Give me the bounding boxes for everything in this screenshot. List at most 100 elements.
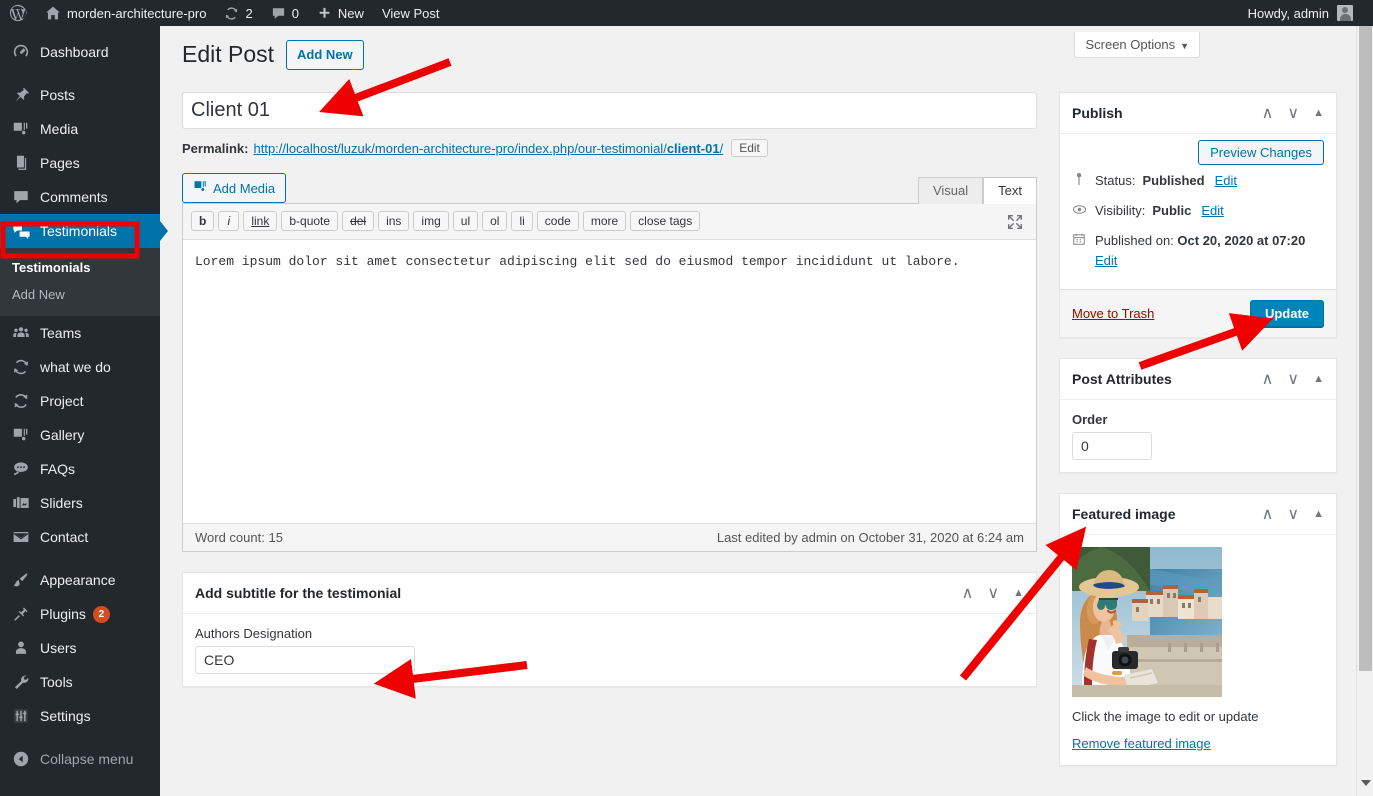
toggle-panel-icon[interactable]: ▲ xyxy=(1313,373,1324,385)
screen-options-label: Screen Options xyxy=(1085,37,1175,52)
post-content-textarea[interactable] xyxy=(183,240,1036,518)
remove-featured-image-link[interactable]: Remove featured image xyxy=(1072,736,1211,751)
pages-icon xyxy=(11,153,31,173)
sidebar-item-media[interactable]: Media xyxy=(0,112,160,146)
sidebar-item-testimonials[interactable]: Testimonials xyxy=(0,214,160,248)
move-down-icon[interactable]: ∨ xyxy=(1287,103,1299,123)
post-title-input[interactable] xyxy=(182,92,1037,129)
move-up-icon[interactable]: ∧ xyxy=(962,583,974,603)
qt-button-link[interactable]: link xyxy=(243,211,277,231)
sidebar-item-plugins[interactable]: Plugins 2 xyxy=(0,597,160,631)
add-new-button[interactable]: Add New xyxy=(286,40,364,69)
move-up-icon[interactable]: ∧ xyxy=(1262,504,1274,524)
screen-options-toggle[interactable]: Screen Options▼ xyxy=(1074,32,1200,58)
qt-button-more[interactable]: more xyxy=(583,211,626,231)
submenu-item-add-new[interactable]: Add New xyxy=(0,281,160,308)
sidebar-item-dashboard[interactable]: Dashboard xyxy=(0,35,160,69)
sidebar-item-teams[interactable]: Teams xyxy=(0,316,160,350)
sidebar-item-pages[interactable]: Pages xyxy=(0,146,160,180)
sidebar-item-label: Tools xyxy=(40,675,73,689)
sidebar-item-label: Appearance xyxy=(40,573,116,587)
sidebar-item-project[interactable]: Project xyxy=(0,384,160,418)
sidebar-item-users[interactable]: Users xyxy=(0,631,160,665)
qt-button-img[interactable]: img xyxy=(413,211,448,231)
featured-image-thumbnail[interactable] xyxy=(1072,547,1222,697)
sidebar-item-appearance[interactable]: Appearance xyxy=(0,563,160,597)
my-account-menu[interactable]: Howdy, admin xyxy=(1248,5,1373,21)
qt-button-ul[interactable]: ul xyxy=(453,211,478,231)
plug-icon xyxy=(11,604,31,624)
qt-button-ins[interactable]: ins xyxy=(378,211,409,231)
fullscreen-icon[interactable] xyxy=(1006,213,1024,236)
scrollbar-thumb[interactable] xyxy=(1359,26,1372,671)
comments-menu[interactable]: 0 xyxy=(262,0,308,26)
menu-spacer-1 xyxy=(0,69,160,78)
sidebar-item-label: Users xyxy=(40,641,77,655)
move-up-icon[interactable]: ∧ xyxy=(1262,369,1274,389)
tab-text[interactable]: Text xyxy=(983,177,1037,204)
qt-button-li[interactable]: li xyxy=(511,211,532,231)
edit-published-link[interactable]: Edit xyxy=(1095,251,1324,271)
scroll-down-arrow-icon[interactable] xyxy=(1361,780,1371,786)
wp-logo-menu[interactable] xyxy=(0,0,36,26)
site-name-menu[interactable]: morden-architecture-pro xyxy=(36,0,215,26)
tab-visual[interactable]: Visual xyxy=(918,177,983,204)
sidebar-item-tools[interactable]: Tools xyxy=(0,665,160,699)
move-down-icon[interactable]: ∨ xyxy=(1287,504,1299,524)
updates-menu[interactable]: 2 xyxy=(215,0,261,26)
add-media-button[interactable]: Add Media xyxy=(182,173,286,203)
sidebar-item-label: what we do xyxy=(40,360,111,374)
edit-visibility-link[interactable]: Edit xyxy=(1201,201,1223,221)
edit-permalink-button[interactable]: Edit xyxy=(731,139,768,157)
dashboard-icon xyxy=(11,42,31,62)
editor-container: b i link b-quote del ins img ul ol li co… xyxy=(182,203,1037,552)
pin-icon xyxy=(11,85,31,105)
move-up-icon[interactable]: ∧ xyxy=(1262,103,1274,123)
howdy-label: Howdy, admin xyxy=(1248,6,1329,21)
qt-button-i[interactable]: i xyxy=(218,211,239,231)
page-scrollbar[interactable] xyxy=(1356,26,1373,796)
order-input[interactable] xyxy=(1072,432,1152,460)
post-attributes-body: Order xyxy=(1060,400,1336,472)
qt-button-b-quote[interactable]: b-quote xyxy=(281,211,338,231)
sidebar-item-faqs[interactable]: FAQs xyxy=(0,452,160,486)
qt-button-b[interactable]: b xyxy=(191,211,214,231)
toggle-panel-icon[interactable]: ▲ xyxy=(1013,587,1024,599)
sidebar-item-contact[interactable]: Contact xyxy=(0,520,160,554)
wordpress-logo-icon xyxy=(9,4,27,22)
home-icon xyxy=(45,5,61,21)
update-button[interactable]: Update xyxy=(1250,300,1324,327)
authors-designation-input[interactable] xyxy=(195,646,415,674)
move-down-icon[interactable]: ∨ xyxy=(987,583,999,603)
qt-button-close-tags[interactable]: close tags xyxy=(630,211,700,231)
permalink-link[interactable]: http://localhost/luzuk/morden-architectu… xyxy=(253,141,723,156)
move-down-icon[interactable]: ∨ xyxy=(1287,369,1299,389)
qt-button-code[interactable]: code xyxy=(537,211,579,231)
sidebar-item-gallery[interactable]: Gallery xyxy=(0,418,160,452)
view-post-link[interactable]: View Post xyxy=(373,0,449,26)
publish-metabox: Publish ∧ ∨ ▲ Preview Changes Status: Pu… xyxy=(1059,92,1337,338)
metabox-handles: ∧ ∨ ▲ xyxy=(962,583,1024,603)
subtitle-metabox-header: Add subtitle for the testimonial ∧ ∨ ▲ xyxy=(183,573,1036,614)
sidebar-item-what-we-do[interactable]: what we do xyxy=(0,350,160,384)
sidebar-item-comments[interactable]: Comments xyxy=(0,180,160,214)
sidebar-item-posts[interactable]: Posts xyxy=(0,78,160,112)
edit-status-link[interactable]: Edit xyxy=(1215,171,1237,191)
order-label: Order xyxy=(1072,412,1324,427)
wrench-icon xyxy=(11,672,31,692)
sidebar-item-settings[interactable]: Settings xyxy=(0,699,160,733)
sliders-icon xyxy=(11,493,31,513)
move-to-trash-link[interactable]: Move to Trash xyxy=(1072,306,1154,321)
sidebar-item-collapse-menu[interactable]: Collapse menu xyxy=(0,742,160,776)
sidebar-item-label: Teams xyxy=(40,326,81,340)
update-alt-icon xyxy=(11,391,31,411)
new-content-menu[interactable]: New xyxy=(308,0,373,26)
toggle-panel-icon[interactable]: ▲ xyxy=(1313,107,1324,119)
qt-button-ol[interactable]: ol xyxy=(482,211,507,231)
comment-icon xyxy=(11,187,31,207)
submenu-item-testimonials[interactable]: Testimonials xyxy=(0,254,160,281)
sidebar-item-sliders[interactable]: Sliders xyxy=(0,486,160,520)
toggle-panel-icon[interactable]: ▲ xyxy=(1313,508,1324,520)
qt-button-del[interactable]: del xyxy=(342,211,374,231)
preview-changes-button[interactable]: Preview Changes xyxy=(1198,140,1324,165)
